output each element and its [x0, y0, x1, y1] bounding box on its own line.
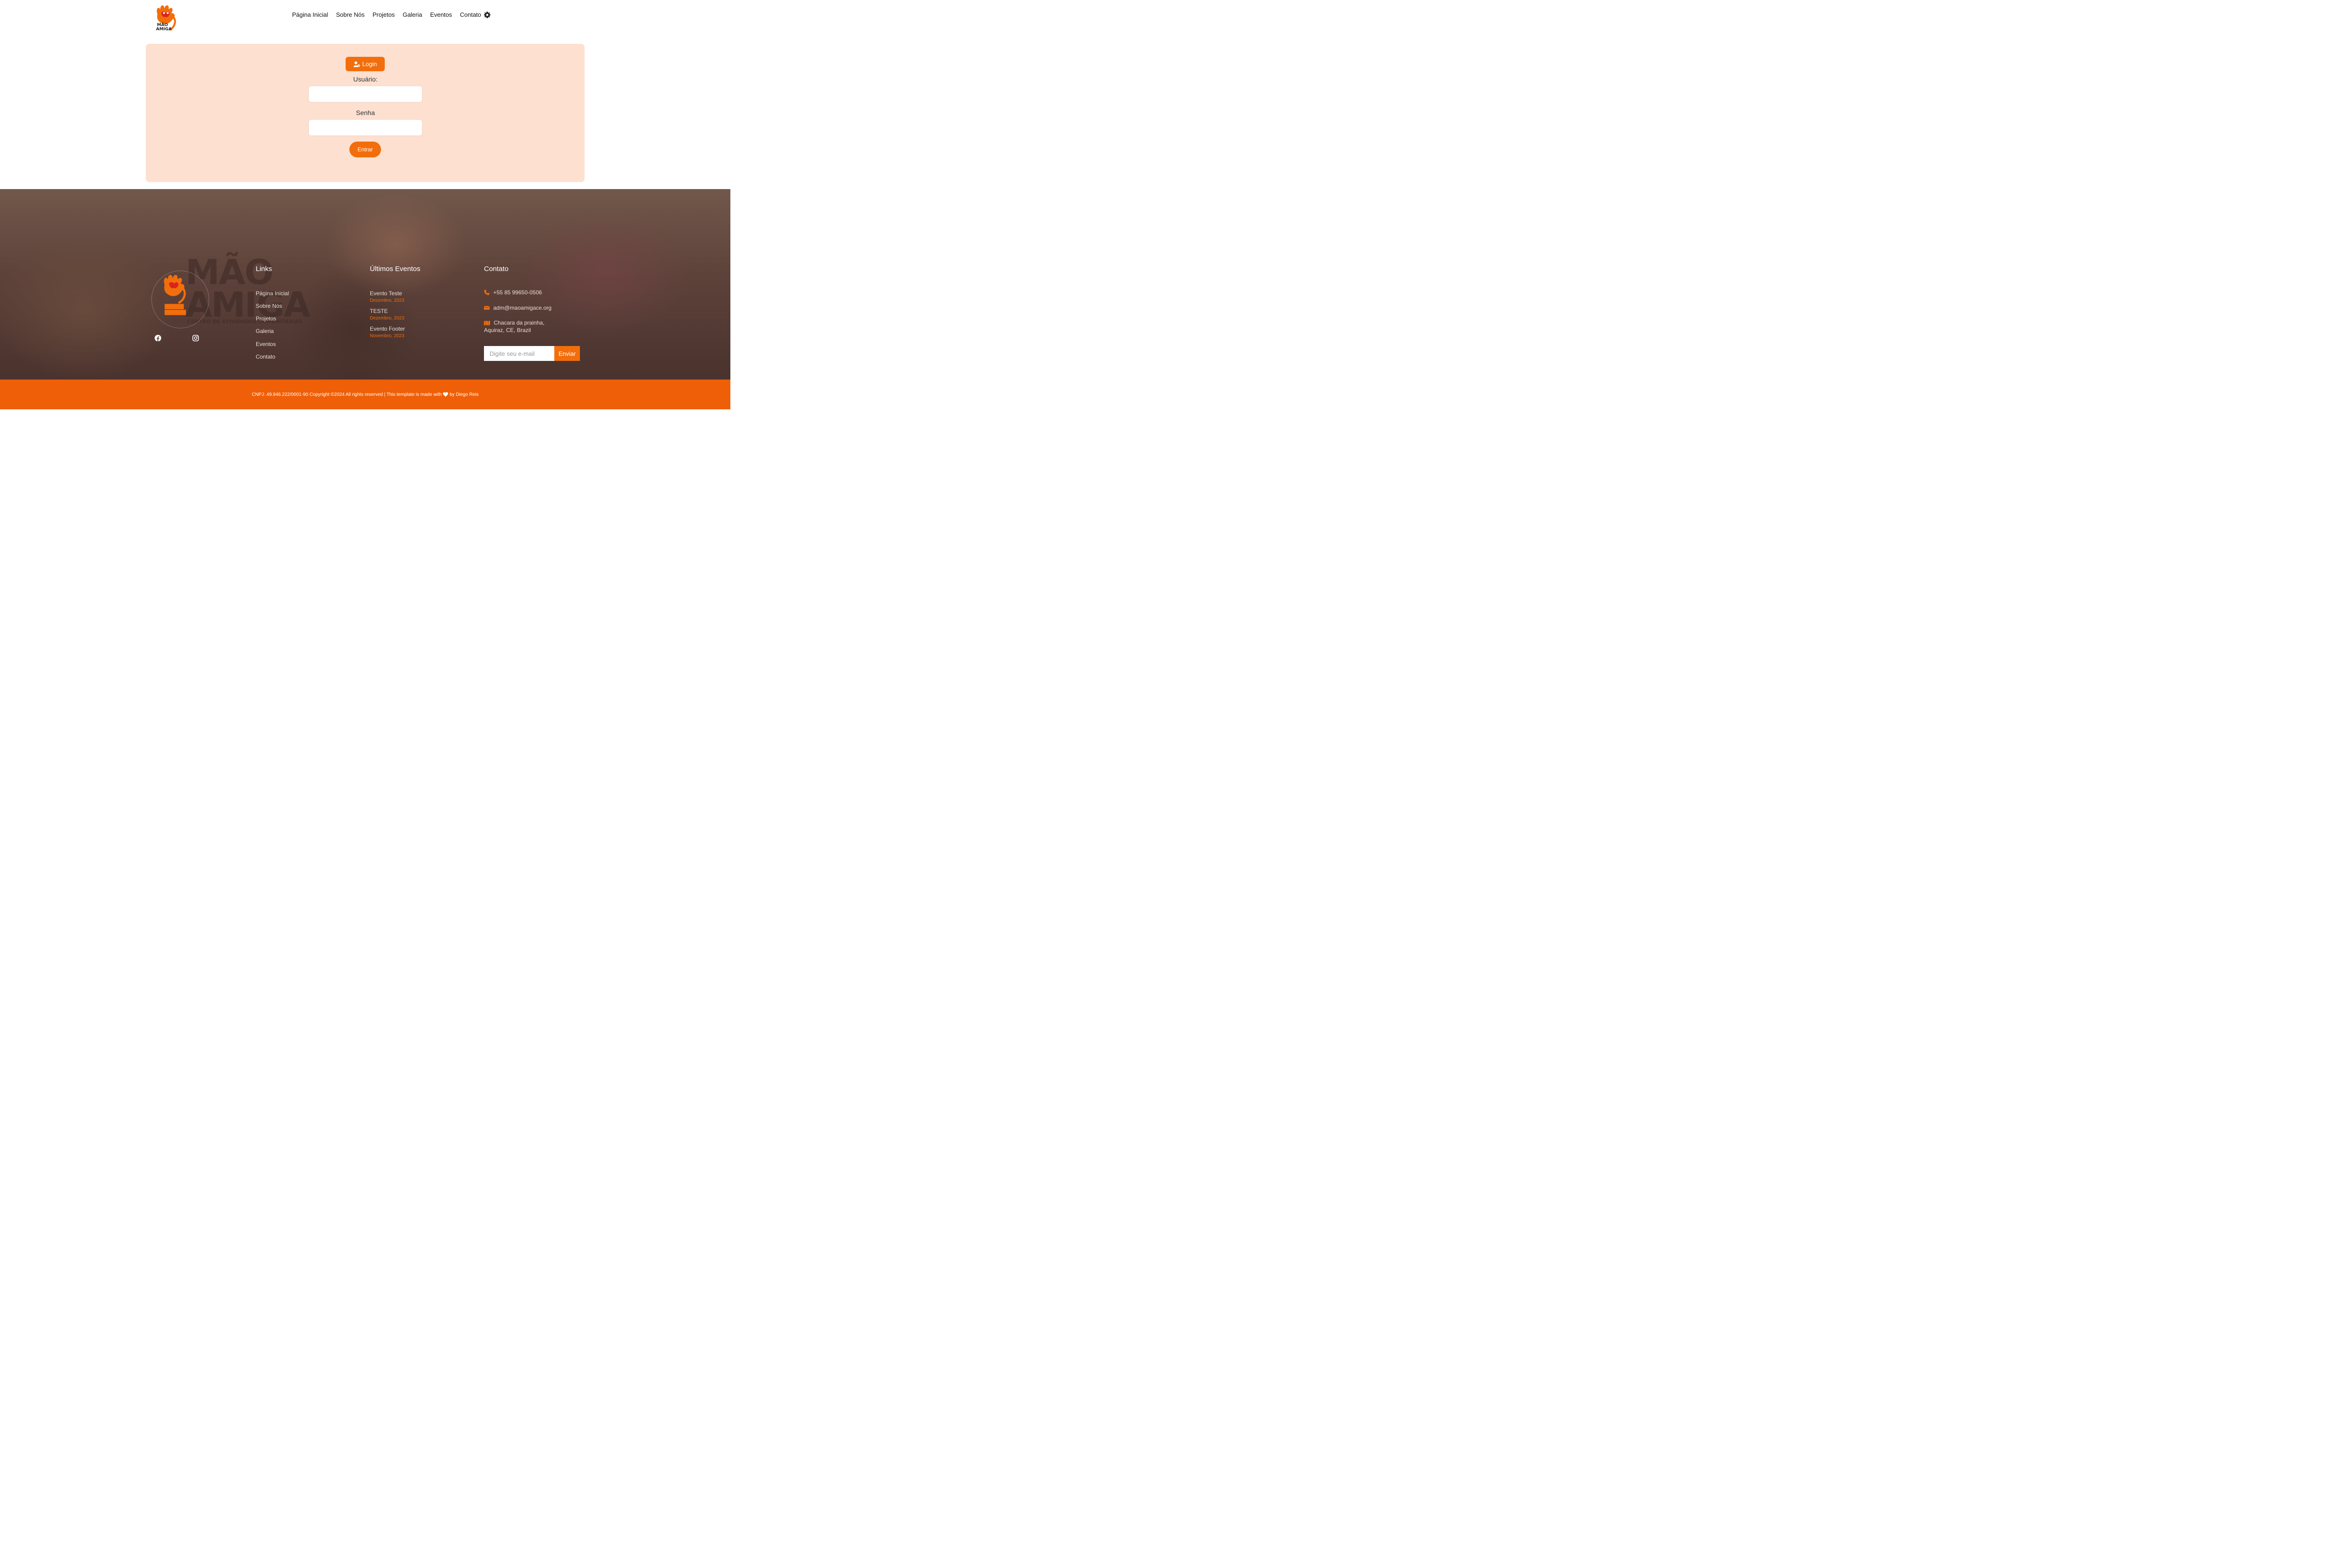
- contact-address-line2: Aquiraz, CE, Brazil: [484, 327, 531, 333]
- submit-login-button[interactable]: Entrar: [349, 142, 381, 157]
- footer-link-contato[interactable]: Contato: [256, 353, 275, 360]
- envelope-icon: [484, 306, 490, 310]
- nav-pagina-inicial[interactable]: Página Inicial: [292, 11, 328, 18]
- copyright-text: CNPJ: 49.946.222/0001-90 Copyright ©2024…: [252, 392, 442, 397]
- event-title[interactable]: Evento Footer: [370, 326, 405, 332]
- nav-sobre-nos[interactable]: Sobre Nós: [336, 11, 364, 18]
- contact-phone[interactable]: +55 85 99650-0506: [484, 289, 542, 296]
- nav-eventos[interactable]: Eventos: [430, 11, 452, 18]
- heart-icon: [443, 392, 449, 397]
- map-icon: [484, 320, 490, 326]
- login-header-label: Login: [362, 61, 377, 68]
- footer-link-projetos[interactable]: Projetos: [256, 315, 276, 322]
- facebook-icon[interactable]: [155, 335, 161, 341]
- event-title[interactable]: Evento Teste: [370, 290, 402, 297]
- password-label: Senha: [356, 109, 375, 116]
- mao-amiga-logo[interactable]: MÃO AMIGA: [153, 3, 179, 31]
- login-header-button[interactable]: Login: [346, 57, 385, 71]
- user-gear-icon: [353, 61, 360, 67]
- svg-text:AMIGA: AMIGA: [156, 27, 172, 31]
- main-menu: Página Inicial Sobre Nós Projetos Galeri…: [292, 11, 481, 18]
- footer-banner-subtitle: CENTRO DE ATIVIDADES COMUNITÁRIAS: [187, 319, 303, 325]
- contact-email-text: adm@maoamigace.org: [493, 305, 552, 311]
- contact-email[interactable]: adm@maoamigace.org: [484, 305, 552, 311]
- footer-link-eventos[interactable]: Eventos: [256, 341, 276, 347]
- newsletter-email-input[interactable]: [484, 346, 554, 361]
- username-input[interactable]: [308, 86, 422, 102]
- instagram-icon[interactable]: [192, 335, 199, 341]
- footer-link-sobre-nos[interactable]: Sobre Nós: [256, 303, 282, 309]
- copyright-bar: CNPJ: 49.946.222/0001-90 Copyright ©2024…: [0, 380, 730, 409]
- footer-link-galeria[interactable]: Galeria: [256, 328, 274, 334]
- contact-address: Chacara da prainha, Aquiraz, CE, Brazil: [484, 319, 545, 333]
- contact-address-line1: Chacara da prainha,: [494, 319, 545, 326]
- password-input[interactable]: [308, 119, 422, 136]
- copyright-author[interactable]: by Diego Reis: [449, 392, 478, 397]
- links-heading: Links: [256, 265, 272, 273]
- event-date: Dezembro, 2023: [370, 298, 404, 303]
- newsletter-submit-button[interactable]: Enviar: [554, 346, 580, 361]
- nav-projetos[interactable]: Projetos: [373, 11, 395, 18]
- site-footer: MÃO AMIGA CENTRO DE ATIVIDADES COMUNITÁR…: [0, 189, 730, 380]
- phone-icon: [484, 290, 490, 295]
- username-label: Usuário:: [353, 75, 378, 83]
- gear-icon[interactable]: [484, 12, 490, 18]
- event-date: Dezembro, 2023: [370, 316, 404, 321]
- contact-heading: Contato: [484, 265, 509, 273]
- top-navbar: MÃO AMIGA Página Inicial Sobre Nós Proje…: [0, 0, 730, 34]
- nav-galeria[interactable]: Galeria: [402, 11, 422, 18]
- contact-phone-text: +55 85 99650-0506: [493, 289, 542, 296]
- footer-logo-icon: [163, 275, 186, 315]
- events-heading: Últimos Eventos: [370, 265, 421, 273]
- nav-contato[interactable]: Contato: [460, 11, 481, 18]
- event-title[interactable]: TESTE: [370, 308, 388, 314]
- event-date: Novembro, 2023: [370, 333, 404, 339]
- footer-link-pagina-inicial[interactable]: Página Inicial: [256, 290, 289, 297]
